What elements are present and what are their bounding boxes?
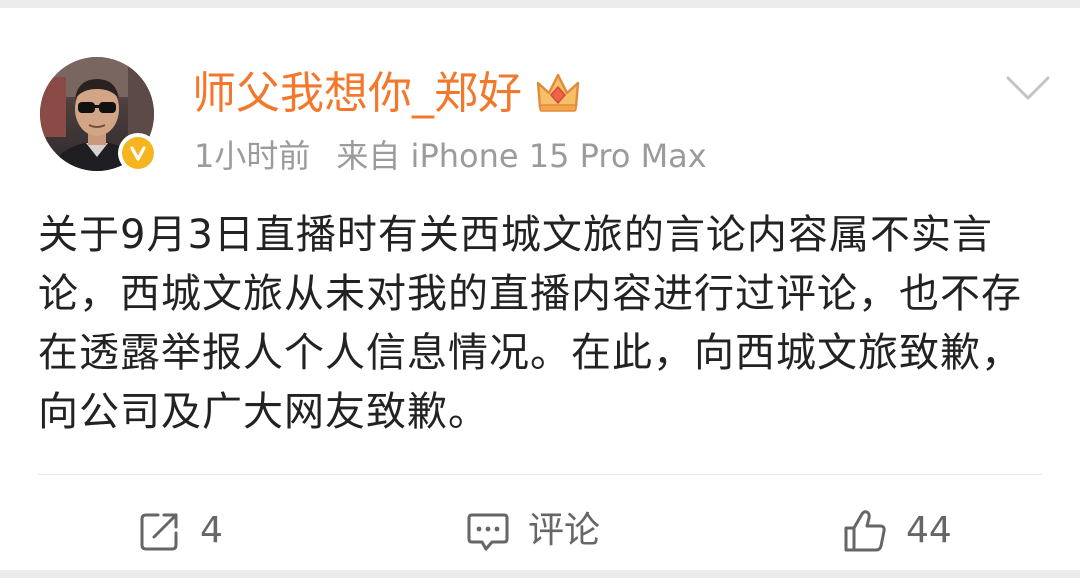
verified-badge: [118, 133, 158, 173]
post-body: 关于9月3日直播时有关西城文旅的言论内容属不实言论，西城文旅从未对我的直播内容进…: [38, 212, 1022, 435]
comment-label: 评论: [528, 510, 601, 551]
repost-count: 4: [200, 510, 223, 551]
comment-button[interactable]: 评论: [466, 502, 600, 560]
author-name[interactable]: 师父我想你_郑好: [192, 66, 522, 122]
crown-icon[interactable]: [534, 69, 582, 115]
post-card: 师父我想你_郑好 1小时前 来自 iPhone 15 Pro Max 关于9月3日…: [0, 8, 1080, 570]
post-time: 1小时前: [194, 137, 311, 175]
verified-check-icon: [130, 146, 146, 161]
post-meta: 1小时前 来自 iPhone 15 Pro Max: [194, 136, 707, 176]
like-count: 44: [906, 510, 952, 551]
chevron-down-icon[interactable]: [1004, 72, 1052, 104]
repost-button[interactable]: 4: [138, 502, 223, 560]
comment-icon: [467, 513, 509, 551]
post-source[interactable]: 来自 iPhone 15 Pro Max: [336, 137, 706, 175]
thumbs-up-icon: [844, 510, 886, 552]
share-icon: [140, 513, 178, 551]
divider: [38, 474, 1042, 475]
like-button[interactable]: 44: [842, 502, 952, 560]
